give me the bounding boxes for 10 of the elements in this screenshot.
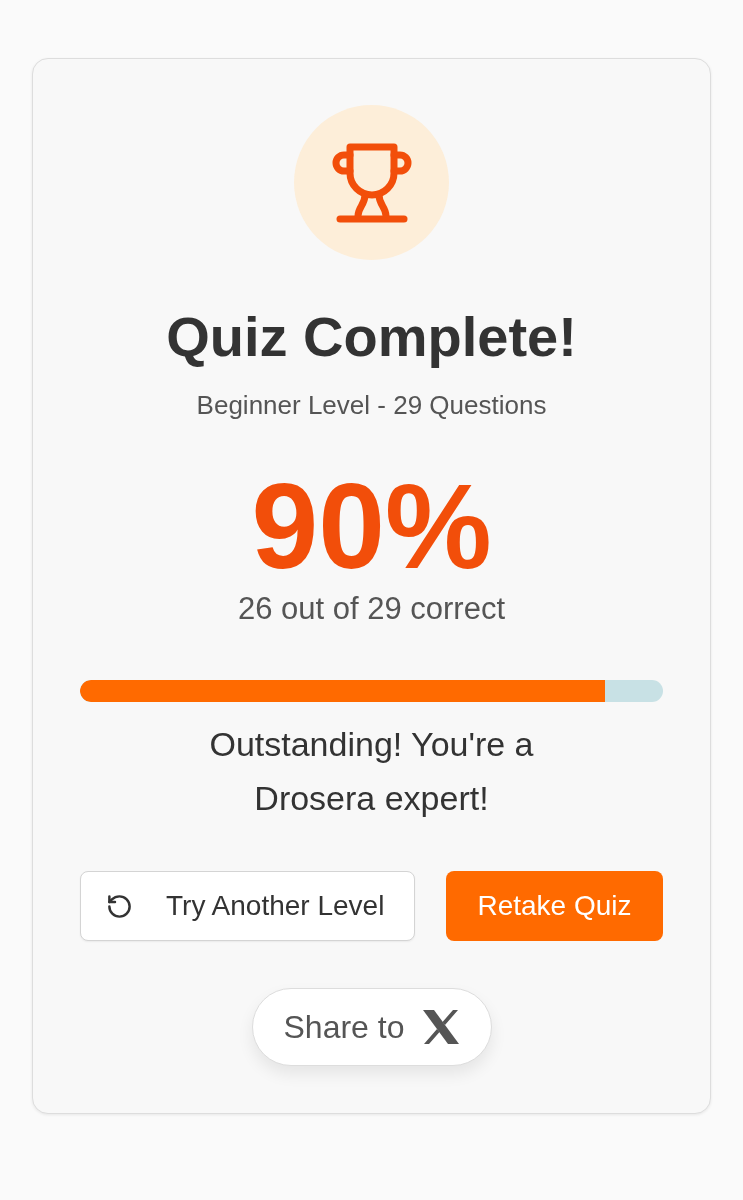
result-subtitle: Beginner Level - 29 Questions (196, 389, 547, 421)
x-logo-icon (423, 1010, 460, 1044)
share-button[interactable]: Share to (251, 988, 492, 1066)
score-percentage: 90% (251, 464, 492, 588)
score-detail: 26 out of 29 correct (237, 590, 506, 628)
try-another-level-button[interactable]: Try Another Level (80, 871, 415, 941)
trophy-icon (331, 142, 412, 223)
result-title: Quiz Complete! (166, 305, 577, 369)
result-message: Outstanding! You're a Drosera expert! (208, 724, 535, 819)
rotate-icon (106, 892, 133, 920)
